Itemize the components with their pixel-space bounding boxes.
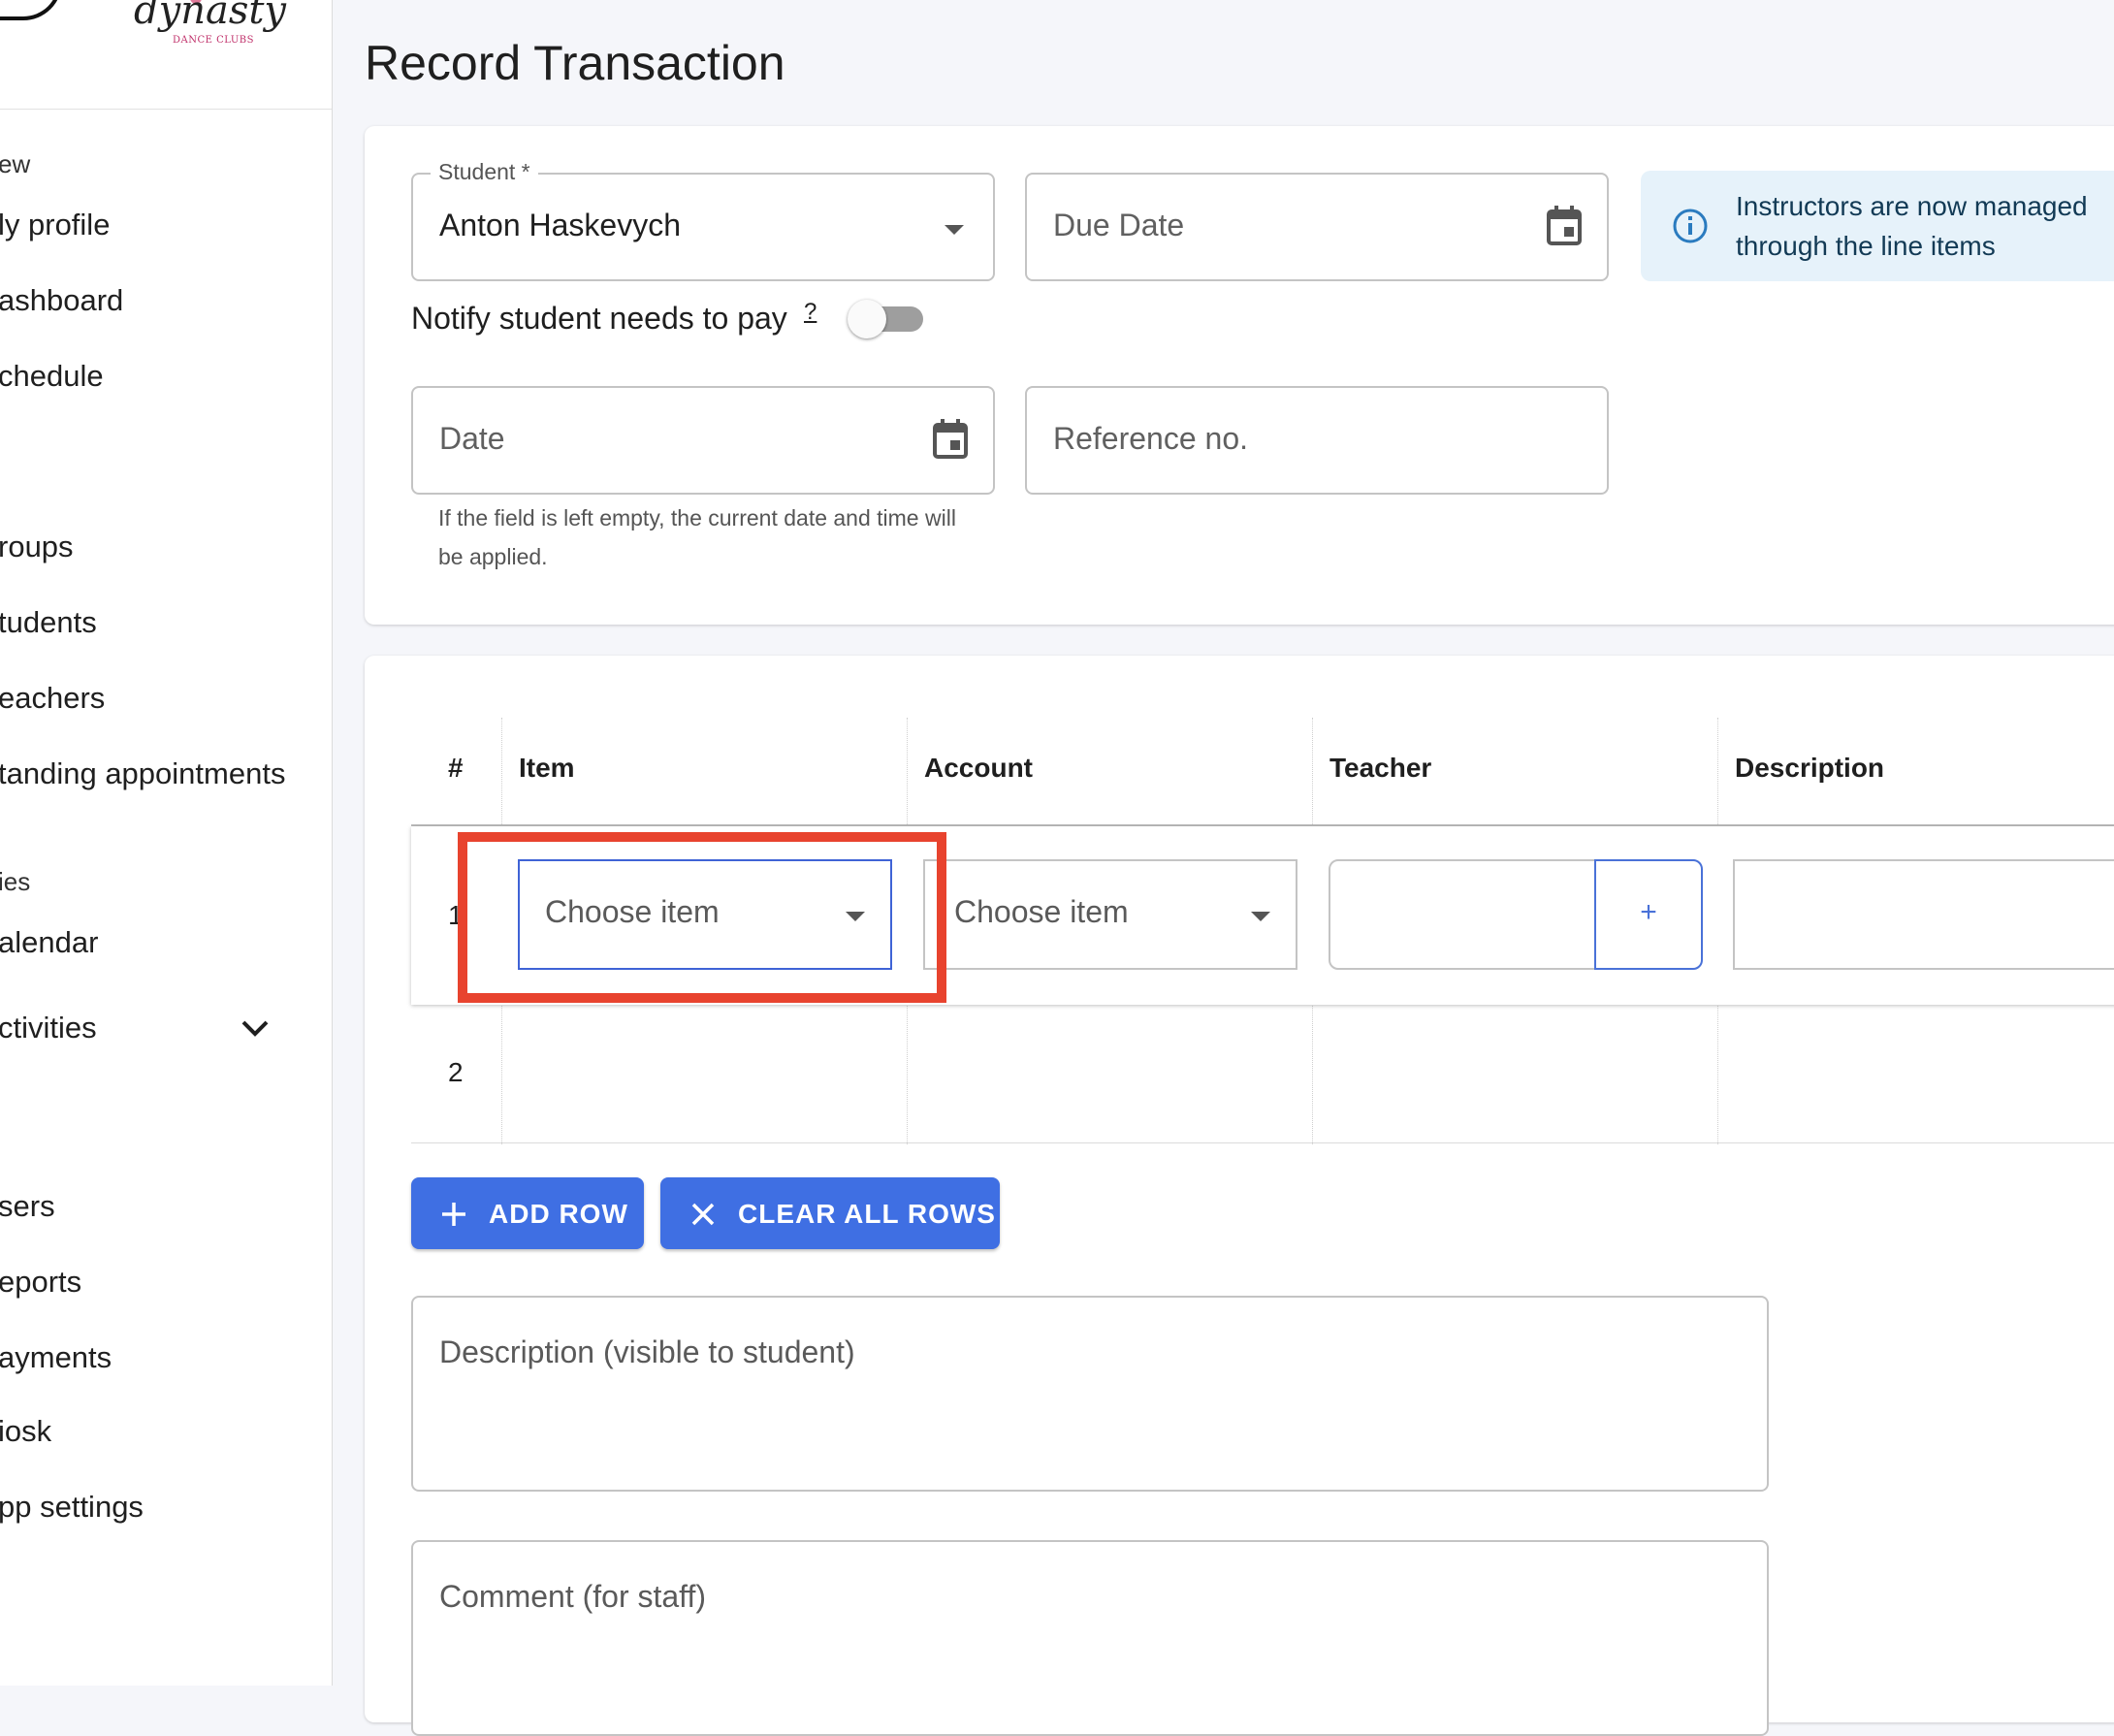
col-header-teacher: Teacher — [1329, 753, 1432, 783]
sidebar-item-students[interactable]: tudents — [0, 605, 97, 640]
add-row-button[interactable]: ADD ROW — [411, 1177, 644, 1249]
sidebar-section-activities: ies — [0, 867, 31, 896]
sidebar-section-overview: ew — [0, 149, 31, 178]
col-header-account: Account — [924, 753, 1033, 783]
calendar-icon[interactable] — [1546, 206, 1583, 246]
chevron-down-icon[interactable] — [238, 1011, 272, 1045]
notify-label: Notify student needs to pay — [411, 301, 787, 336]
clear-all-rows-label: CLEAR ALL ROWS — [738, 1199, 996, 1229]
clear-all-rows-button[interactable]: CLEAR ALL ROWS — [660, 1177, 1000, 1249]
student-value: Anton Haskevych — [439, 208, 682, 242]
logo-text: dynasty — [134, 0, 287, 33]
due-date-field[interactable]: Due Date — [1025, 173, 1609, 281]
comment-placeholder: Comment (for staff) — [439, 1579, 707, 1614]
col-header-description: Description — [1735, 753, 1885, 783]
date-field[interactable]: Date — [411, 386, 995, 495]
sidebar-item-users[interactable]: sers — [0, 1189, 55, 1224]
logo: dynasty DANCE CLUBS — [0, 0, 332, 110]
sidebar-item-calendar[interactable]: alendar — [0, 925, 98, 960]
add-row-label: ADD ROW — [489, 1199, 628, 1229]
add-teacher-button[interactable]: + — [1594, 859, 1703, 970]
sidebar-item-my-profile[interactable]: ly profile — [0, 208, 110, 242]
sidebar: dynasty DANCE CLUBS ew ly profile ashboa… — [0, 0, 333, 1686]
sidebar-item-kiosk[interactable]: iosk — [0, 1414, 51, 1449]
student-select[interactable]: Student * Anton Haskevych — [411, 159, 995, 281]
row-description-input[interactable] — [1733, 859, 2114, 970]
col-header-number: # — [448, 753, 464, 783]
sidebar-item-standing-appointments[interactable]: tanding appointments — [0, 756, 285, 791]
description-textarea[interactable]: Description (visible to student) — [411, 1296, 1769, 1492]
info-text: Instructors are now managed through the … — [1736, 191, 2088, 261]
col-header-item: Item — [519, 753, 575, 783]
highlight-box — [458, 832, 946, 1003]
logo-mark-icon — [0, 0, 62, 20]
info-banner: Instructors are now managed through the … — [1641, 171, 2114, 281]
plus-icon — [442, 1203, 465, 1226]
comment-textarea[interactable]: Comment (for staff) — [411, 1540, 1769, 1736]
date-placeholder: Date — [439, 421, 505, 456]
account-placeholder: Choose item — [954, 894, 1129, 929]
sidebar-item-teachers[interactable]: eachers — [0, 681, 105, 716]
reference-placeholder: Reference no. — [1053, 421, 1249, 456]
calendar-icon[interactable] — [932, 419, 969, 460]
row-number: 2 — [448, 1057, 464, 1087]
sidebar-item-schedule[interactable]: chedule — [0, 359, 104, 394]
page-title: Record Transaction — [365, 36, 785, 90]
description-placeholder: Description (visible to student) — [439, 1334, 855, 1369]
sidebar-item-groups[interactable]: roups — [0, 530, 74, 564]
student-label: Student * — [431, 159, 538, 185]
sidebar-item-reports[interactable]: eports — [0, 1265, 81, 1300]
table-row-divider — [411, 1142, 2114, 1143]
reference-field[interactable]: Reference no. — [1025, 386, 1609, 495]
sidebar-item-payments[interactable]: ayments — [0, 1340, 112, 1375]
sidebar-item-dashboard[interactable]: ashboard — [0, 283, 123, 318]
sidebar-item-app-settings[interactable]: pp settings — [0, 1490, 144, 1525]
close-icon — [691, 1203, 715, 1226]
due-date-placeholder: Due Date — [1053, 208, 1185, 242]
date-hint: If the field is left empty, the current … — [438, 505, 956, 569]
caret-down-icon — [945, 225, 964, 235]
account-select[interactable]: Choose item — [923, 859, 1297, 970]
notify-help-link[interactable]: ? — [804, 299, 817, 326]
info-icon — [1673, 209, 1708, 243]
notify-toggle-knob[interactable] — [848, 300, 886, 338]
teacher-input[interactable] — [1329, 859, 1608, 970]
sidebar-item-activities[interactable]: ctivities — [0, 1011, 97, 1045]
logo-subtext: DANCE CLUBS — [173, 35, 254, 46]
caret-down-icon — [1251, 912, 1270, 921]
